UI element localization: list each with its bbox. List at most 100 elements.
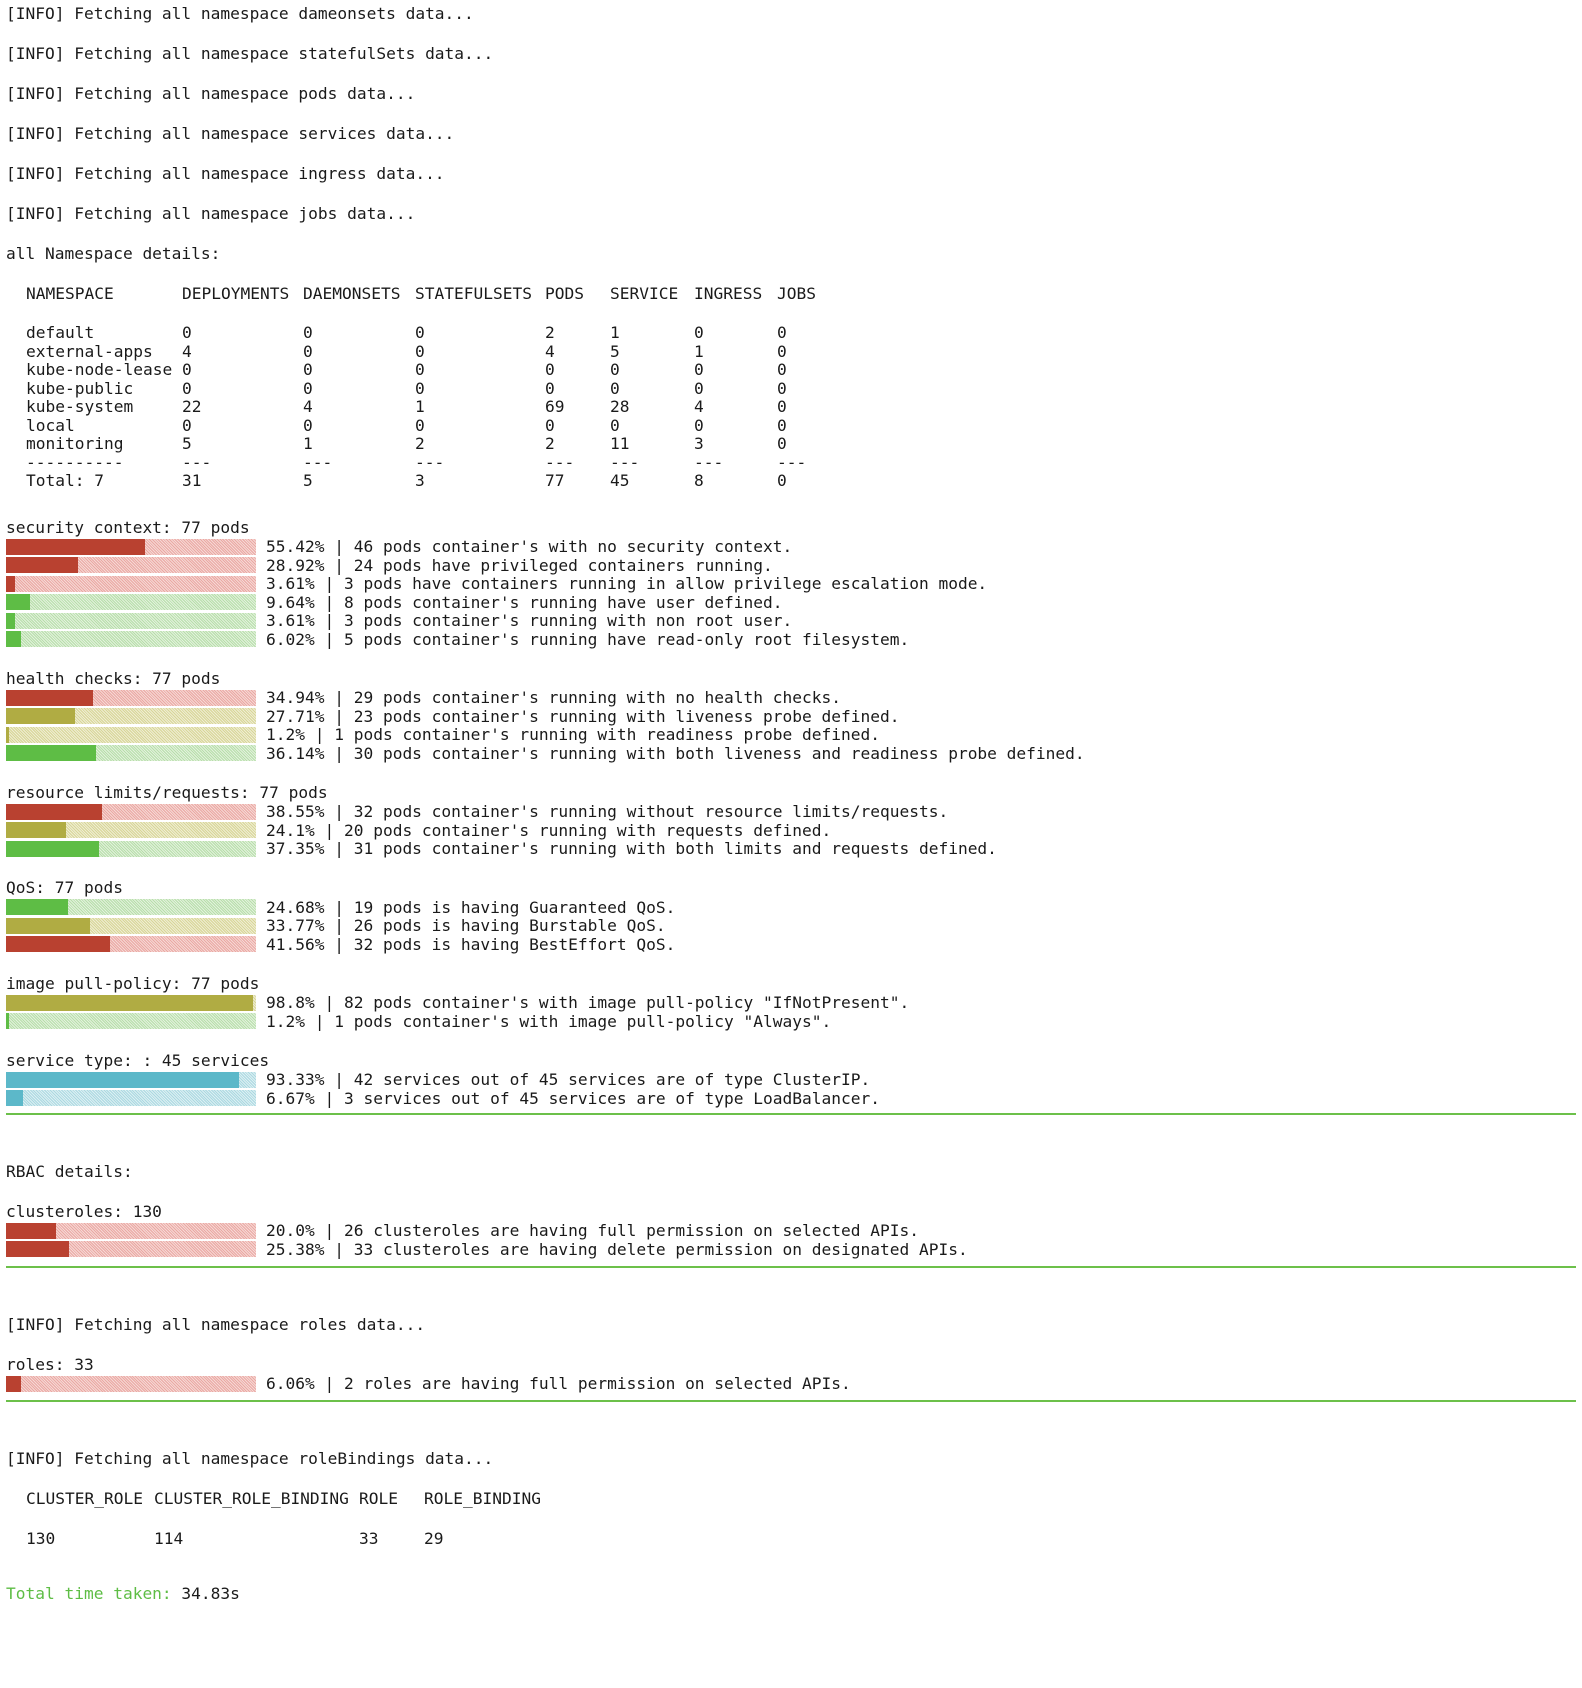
progress-bar	[6, 803, 256, 820]
progress-fill	[6, 1090, 23, 1107]
table-cell: kube-node-lease	[26, 360, 173, 379]
table-cell: 4	[182, 341, 192, 361]
progress-bar	[6, 994, 256, 1011]
metric-row: 41.56% | 32 pods is having BestEffort Qo…	[6, 935, 1576, 954]
progress-fill	[6, 1071, 240, 1088]
table-cell: 0	[777, 434, 787, 453]
progress-bar	[6, 631, 256, 648]
progress-track	[6, 612, 256, 629]
table-cell: 0	[415, 360, 425, 379]
metric-row: 3.61% | 3 pods have containers running i…	[6, 574, 1576, 593]
metric-text: 37.35% | 31 pods container's running wit…	[266, 839, 997, 859]
progress-fill	[6, 840, 100, 857]
metric-row: 6.67% | 3 services out of 45 services ar…	[6, 1089, 1576, 1108]
table-cell: kube-system	[26, 397, 134, 416]
progress-bar	[6, 1241, 256, 1258]
progress-track	[6, 631, 256, 648]
metric-row: 25.38% | 33 clusteroles are having delet…	[6, 1240, 1576, 1259]
table-cell: 5	[303, 471, 313, 490]
terminal-output: [INFO] Fetching all namespace dameonsets…	[6, 4, 1576, 1604]
metric-row: 24.1% | 20 pods container's running with…	[6, 821, 1576, 840]
table-cell: 0	[545, 378, 555, 398]
table-cell: 1	[415, 397, 425, 416]
table-cell: SERVICE	[610, 284, 679, 303]
metric-row: 6.02% | 5 pods container's running have …	[6, 630, 1576, 649]
table-row: kube-public 0 0 0 0 0 0 0	[6, 378, 1576, 399]
metric-text: 28.92% | 24 pods have privileged contain…	[266, 555, 773, 575]
table-cell: 0	[303, 360, 313, 379]
info-line: [INFO] Fetching all namespace jobs data.…	[6, 204, 416, 223]
metric-text: 34.94% | 29 pods container's running wit…	[266, 688, 841, 708]
table-row: external-apps 4 0 0 4 5 1 0	[6, 341, 1576, 362]
table-cell: 4	[694, 397, 704, 416]
table-cell: ---	[694, 452, 724, 472]
metric-text: 24.1% | 20 pods container's running with…	[266, 820, 832, 840]
total-time: Total time taken: 34.83s	[6, 1584, 1576, 1604]
table-cell: 4	[545, 341, 555, 361]
table-cell: 4	[303, 397, 313, 416]
progress-fill	[6, 1013, 9, 1030]
metric-text: 41.56% | 32 pods is having BestEffort Qo…	[266, 934, 676, 954]
progress-fill	[6, 726, 9, 743]
section-separator	[6, 1112, 1576, 1115]
table-cell: 0	[415, 341, 425, 361]
table-cell: 28	[610, 397, 630, 416]
table-cell: local	[26, 415, 75, 435]
table-cell: 114	[154, 1529, 184, 1548]
metric-row: 33.77% | 26 pods is having Burstable QoS…	[6, 916, 1576, 935]
section-title: clusteroles: 130	[6, 1201, 162, 1221]
table-cell: 0	[694, 323, 704, 342]
progress-fill	[6, 899, 68, 916]
table-cell: ---	[182, 452, 212, 472]
table-cell: 0	[182, 378, 192, 398]
table-cell: 0	[777, 360, 787, 379]
progress-bar	[6, 1013, 256, 1030]
table-cell: 0	[777, 341, 787, 361]
table-cell: 1	[303, 434, 313, 453]
table-cell: 0	[777, 471, 787, 490]
table-cell: 11	[610, 434, 630, 453]
progress-bar	[6, 1071, 256, 1088]
table-cell: PODS	[545, 284, 584, 303]
table-cell: 0	[182, 415, 192, 435]
table-row: default 0 0 0 2 1 0 0	[6, 323, 1576, 343]
table-row: monitoring 5 1 2 2 11 3 0	[6, 434, 1576, 454]
progress-bar	[6, 594, 256, 611]
table-cell: 33	[359, 1529, 379, 1548]
total-time-value: 34.83s	[171, 1584, 240, 1603]
progress-bar	[6, 612, 256, 629]
metric-row: 34.94% | 29 pods container's running wit…	[6, 688, 1576, 708]
table-cell: 0	[777, 323, 787, 342]
progress-fill	[6, 594, 31, 611]
table-header-row: NAMESPACE DEPLOYMENTS DAEMONSETS STATEFULSE…	[6, 284, 1576, 304]
metric-text: 38.55% | 32 pods container's running wit…	[266, 802, 949, 822]
metric-text: 25.38% | 33 clusteroles are having delet…	[266, 1239, 968, 1259]
table-cell: ---	[303, 452, 333, 472]
table-cell: 0	[777, 397, 787, 416]
table-cell: 5	[182, 434, 192, 453]
info-log: [INFO] Fetching all namespace dameonsets…	[6, 4, 1576, 244]
info-line: [INFO] Fetching all namespace statefulSe…	[6, 44, 494, 63]
progress-bar	[6, 708, 256, 725]
namespace-details-title: all Namespace details:	[6, 244, 221, 263]
table-cell: 0	[303, 341, 313, 361]
progress-fill	[6, 1375, 22, 1392]
progress-fill	[6, 575, 16, 592]
progress-bar	[6, 1222, 256, 1239]
section-title: image pull-policy: 77 pods	[6, 973, 260, 993]
table-row: kube-system 22 4 1 69 28 4 0	[6, 397, 1576, 417]
metric-row: 37.35% | 31 pods container's running wit…	[6, 839, 1576, 859]
table-divider-row: ---------- --- --- --- --- --- --- ---	[6, 452, 1576, 473]
progress-bar	[6, 538, 256, 555]
rbac-title: RBAC details:	[6, 1161, 133, 1181]
info-line: [INFO] Fetching all namespace services d…	[6, 124, 455, 143]
metric-row: 3.61% | 3 pods container's running with …	[6, 611, 1576, 630]
table-cell: 0	[415, 323, 425, 342]
metric-text: 6.02% | 5 pods container's running have …	[266, 629, 910, 649]
table-cell: 0	[415, 415, 425, 435]
table-cell: 0	[610, 415, 620, 435]
table-row: kube-node-lease 0 0 0 0 0 0 0	[6, 360, 1576, 380]
metric-row: 1.2% | 1 pods container's running with r…	[6, 725, 1576, 744]
section-title: security context: 77 pods	[6, 517, 250, 537]
progress-fill	[6, 994, 253, 1011]
